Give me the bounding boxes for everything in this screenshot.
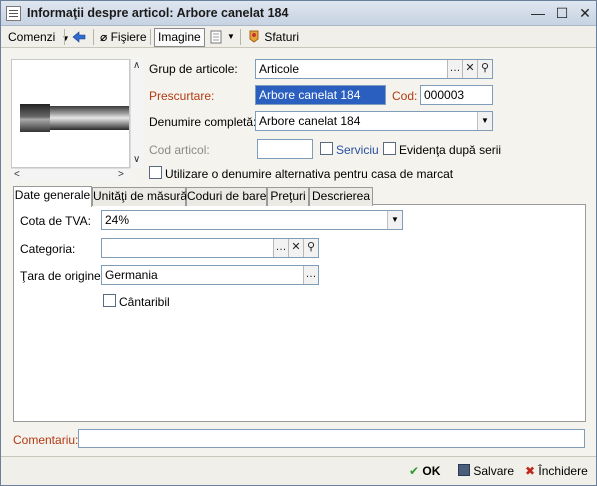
search-icon[interactable]: ⚲ <box>477 60 492 78</box>
prescurtare-label: Prescurtare: <box>149 89 215 103</box>
cod-articol-label: Cod articol: <box>149 143 210 157</box>
browse-button[interactable]: … <box>447 60 462 78</box>
denumire-label: Denumire completă: <box>149 115 257 129</box>
chevron-down-icon[interactable]: ▼ <box>477 112 492 130</box>
sfaturi-label: Sfaturi <box>264 30 300 44</box>
tva-dropdown[interactable]: 24% ▼ <box>101 210 403 230</box>
serviciu-label: Serviciu <box>336 143 379 157</box>
comenzi-menu-button[interactable]: Comenzi ▼ <box>5 28 73 46</box>
tva-label: Cota de TVA: <box>20 214 91 228</box>
image-vertical-scrollbar[interactable]: ∧ ∨ <box>130 59 144 168</box>
cantaribil-checkbox[interactable] <box>103 294 116 307</box>
serviciu-checkbox[interactable] <box>320 142 333 155</box>
back-arrow-button[interactable] <box>68 28 90 46</box>
comentariu-label: Comentariu: <box>13 433 79 447</box>
grup-field[interactable]: Articole … ✕ ⚲ <box>255 59 493 79</box>
tab-coduri-de-bare[interactable]: Coduri de bare <box>186 187 267 206</box>
categoria-label: Categoria: <box>20 242 76 256</box>
imagine-label: Imagine <box>158 30 201 44</box>
document-icon <box>6 6 21 21</box>
close-window-button[interactable]: ✕ <box>575 4 595 22</box>
image-horizontal-scrollbar[interactable]: < > <box>11 168 130 181</box>
denumire-dropdown[interactable]: Arbore canelat 184 ▼ <box>255 111 493 131</box>
grup-label: Grup de articole: <box>149 62 238 76</box>
item-info-window: Informaţii despre articol: Arbore canela… <box>0 0 597 486</box>
imagine-toggle-button[interactable]: Imagine <box>154 28 205 47</box>
comenzi-label: Comenzi <box>8 30 56 44</box>
close-icon: ✖ <box>525 464 536 478</box>
clear-icon[interactable]: ✕ <box>462 60 477 78</box>
save-icon <box>458 464 470 476</box>
tab-unitati-de-masura[interactable]: Unităţi de măsură <box>92 187 187 206</box>
search-icon[interactable]: ⚲ <box>303 239 318 257</box>
evidenta-label: Evidenţa după serii <box>399 143 502 157</box>
dropdown-arrow-icon: ▼ <box>227 32 235 41</box>
cantaribil-label: Cântaribil <box>119 295 170 309</box>
fisiere-label: Fişiere <box>110 30 147 44</box>
chevron-down-icon[interactable]: ▼ <box>387 211 402 229</box>
toolbar: Comenzi ▼ ⌀ Fişiere Imagine ▼ Sfaturi <box>1 26 596 48</box>
ok-label: OK <box>422 464 441 478</box>
tips-icon <box>249 30 259 43</box>
toolbar-separator <box>150 29 151 45</box>
window-title: Informaţii despre articol: Arbore canela… <box>27 6 289 20</box>
toolbar-separator <box>93 29 94 45</box>
prescurtare-input[interactable]: Arbore canelat 184 <box>255 85 386 105</box>
item-image <box>11 59 130 168</box>
scroll-left-icon[interactable]: < <box>14 169 20 181</box>
cod-input[interactable]: 000003 <box>420 85 493 105</box>
paperclip-icon: ⌀ <box>100 30 108 44</box>
ok-button[interactable]: ✔ OK <box>409 463 440 479</box>
toolbar-separator <box>64 29 65 45</box>
maximize-button[interactable]: ☐ <box>552 4 572 22</box>
tara-field[interactable]: Germania … <box>101 265 319 285</box>
inchidere-label: Închidere <box>538 464 588 478</box>
salvare-button[interactable]: Salvare <box>458 463 514 479</box>
checkmark-icon: ✔ <box>409 464 420 478</box>
back-arrow-icon <box>72 31 86 43</box>
categoria-field[interactable]: … ✕ ⚲ <box>101 238 319 258</box>
evidenta-checkbox[interactable] <box>383 142 396 155</box>
notes-icon <box>210 30 222 44</box>
scroll-down-icon[interactable]: ∨ <box>133 154 140 166</box>
salvare-label: Salvare <box>473 464 515 478</box>
tab-preturi[interactable]: Preţuri <box>267 187 309 206</box>
scroll-up-icon[interactable]: ∧ <box>133 60 140 72</box>
denumire-value: Arbore canelat 184 <box>259 114 361 128</box>
tva-value: 24% <box>105 213 130 227</box>
title-bar[interactable]: Informaţii despre articol: Arbore canela… <box>1 1 596 26</box>
comentariu-input[interactable] <box>78 429 585 448</box>
toolbar-separator <box>240 29 241 45</box>
browse-button[interactable]: … <box>303 266 318 284</box>
tab-panel-date-generale <box>13 204 586 422</box>
scroll-right-icon[interactable]: > <box>118 169 124 181</box>
item-image-panel: ∧ ∨ < > <box>11 59 144 181</box>
browse-button[interactable]: … <box>273 239 288 257</box>
footer-bar: ✔ OK Salvare ✖ Închidere <box>1 456 596 485</box>
alt-name-label: Utilizare o denumire alternativa pentru … <box>165 167 454 181</box>
minimize-button[interactable]: — <box>528 4 548 22</box>
inchidere-button[interactable]: ✖ Închidere <box>525 463 588 479</box>
tara-value: Germania <box>105 268 158 282</box>
tab-descrierea[interactable]: Descrierea <box>309 187 373 206</box>
clear-icon[interactable]: ✕ <box>288 239 303 257</box>
grup-value: Articole <box>259 62 300 76</box>
cod-label: Cod: <box>392 89 418 103</box>
shaft-image-end <box>20 104 50 132</box>
notes-menu-button[interactable]: ▼ <box>207 28 237 46</box>
tab-date-generale[interactable]: Date generale <box>13 186 92 207</box>
alt-name-checkbox[interactable] <box>149 166 162 179</box>
cod-articol-input[interactable] <box>257 139 313 159</box>
sfaturi-button[interactable]: Sfaturi <box>244 28 302 46</box>
fisiere-button[interactable]: ⌀ Fişiere <box>97 28 150 46</box>
tara-label: Ţara de origine: <box>20 269 105 283</box>
